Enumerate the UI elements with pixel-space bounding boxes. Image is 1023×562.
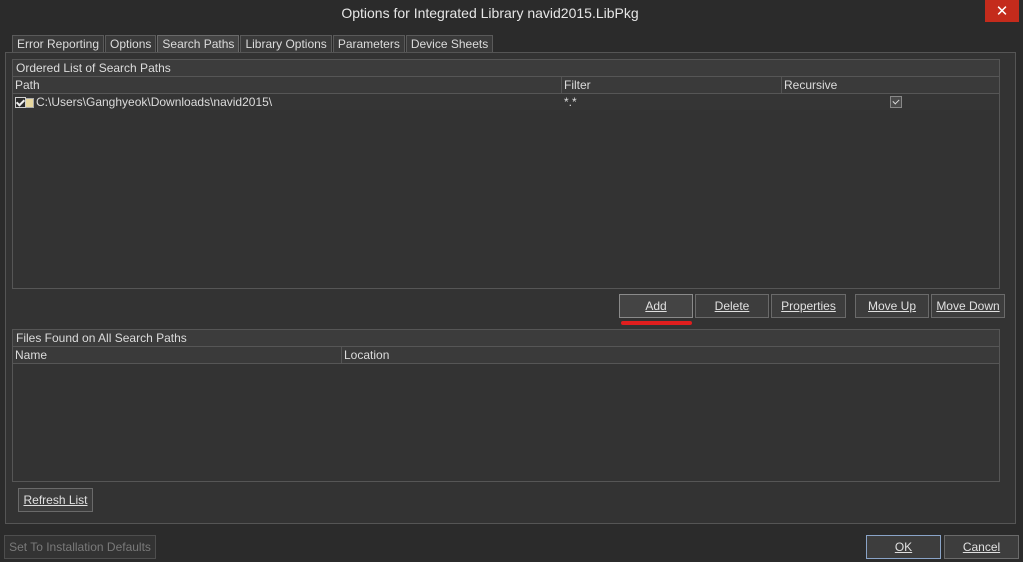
tab-error-reporting[interactable]: Error Reporting bbox=[12, 35, 105, 53]
checkmark-icon[interactable] bbox=[890, 96, 902, 108]
delete-button[interactable]: Delete bbox=[695, 294, 769, 318]
tab-search-paths[interactable]: Search Paths bbox=[157, 35, 240, 53]
tab-device-sheets[interactable]: Device Sheets bbox=[405, 35, 494, 53]
table-row[interactable]: C:\Users\Ganghyeok\Downloads\navid2015\ … bbox=[13, 94, 999, 110]
cancel-button[interactable]: Cancel bbox=[944, 535, 1019, 559]
ok-button[interactable]: OK bbox=[866, 535, 941, 559]
files-found-group: Files Found on All Search Paths Name Loc… bbox=[12, 329, 1000, 482]
column-recursive[interactable]: Recursive bbox=[782, 77, 999, 93]
move-up-button[interactable]: Move Up bbox=[855, 294, 929, 318]
checkbox-icon[interactable] bbox=[15, 97, 26, 109]
move-down-button[interactable]: Move Down bbox=[931, 294, 1005, 318]
column-location[interactable]: Location bbox=[342, 347, 999, 363]
annotation-underline bbox=[621, 321, 692, 325]
search-paths-group: Ordered List of Search Paths Path Filter… bbox=[12, 59, 1000, 289]
add-button[interactable]: Add bbox=[619, 294, 693, 318]
column-path[interactable]: Path bbox=[13, 77, 562, 93]
files-found-header: Name Location bbox=[13, 347, 999, 364]
search-paths-title: Ordered List of Search Paths bbox=[13, 60, 999, 77]
tab-library-options[interactable]: Library Options bbox=[240, 35, 332, 53]
filter-cell[interactable]: *.* bbox=[562, 94, 782, 110]
properties-button[interactable]: Properties bbox=[771, 294, 846, 318]
column-name[interactable]: Name bbox=[13, 347, 342, 363]
close-button[interactable]: ✕ bbox=[985, 0, 1019, 22]
title-bar: Options for Integrated Library navid2015… bbox=[0, 0, 1023, 28]
files-found-title: Files Found on All Search Paths bbox=[13, 330, 999, 347]
close-icon: ✕ bbox=[995, 3, 1009, 20]
column-filter[interactable]: Filter bbox=[562, 77, 782, 93]
window-title: Options for Integrated Library navid2015… bbox=[341, 5, 639, 21]
refresh-list-button[interactable]: Refresh List bbox=[18, 488, 93, 512]
path-cell[interactable]: C:\Users\Ganghyeok\Downloads\navid2015\ bbox=[13, 94, 562, 110]
path-value: C:\Users\Ganghyeok\Downloads\navid2015\ bbox=[36, 95, 273, 109]
set-installation-defaults-button[interactable]: Set To Installation Defaults bbox=[4, 535, 156, 559]
tab-parameters[interactable]: Parameters bbox=[332, 35, 405, 53]
tab-options[interactable]: Options bbox=[105, 35, 157, 53]
search-paths-header: Path Filter Recursive bbox=[13, 77, 999, 94]
tab-bar: Error Reporting Options Search Paths Lib… bbox=[12, 35, 494, 53]
